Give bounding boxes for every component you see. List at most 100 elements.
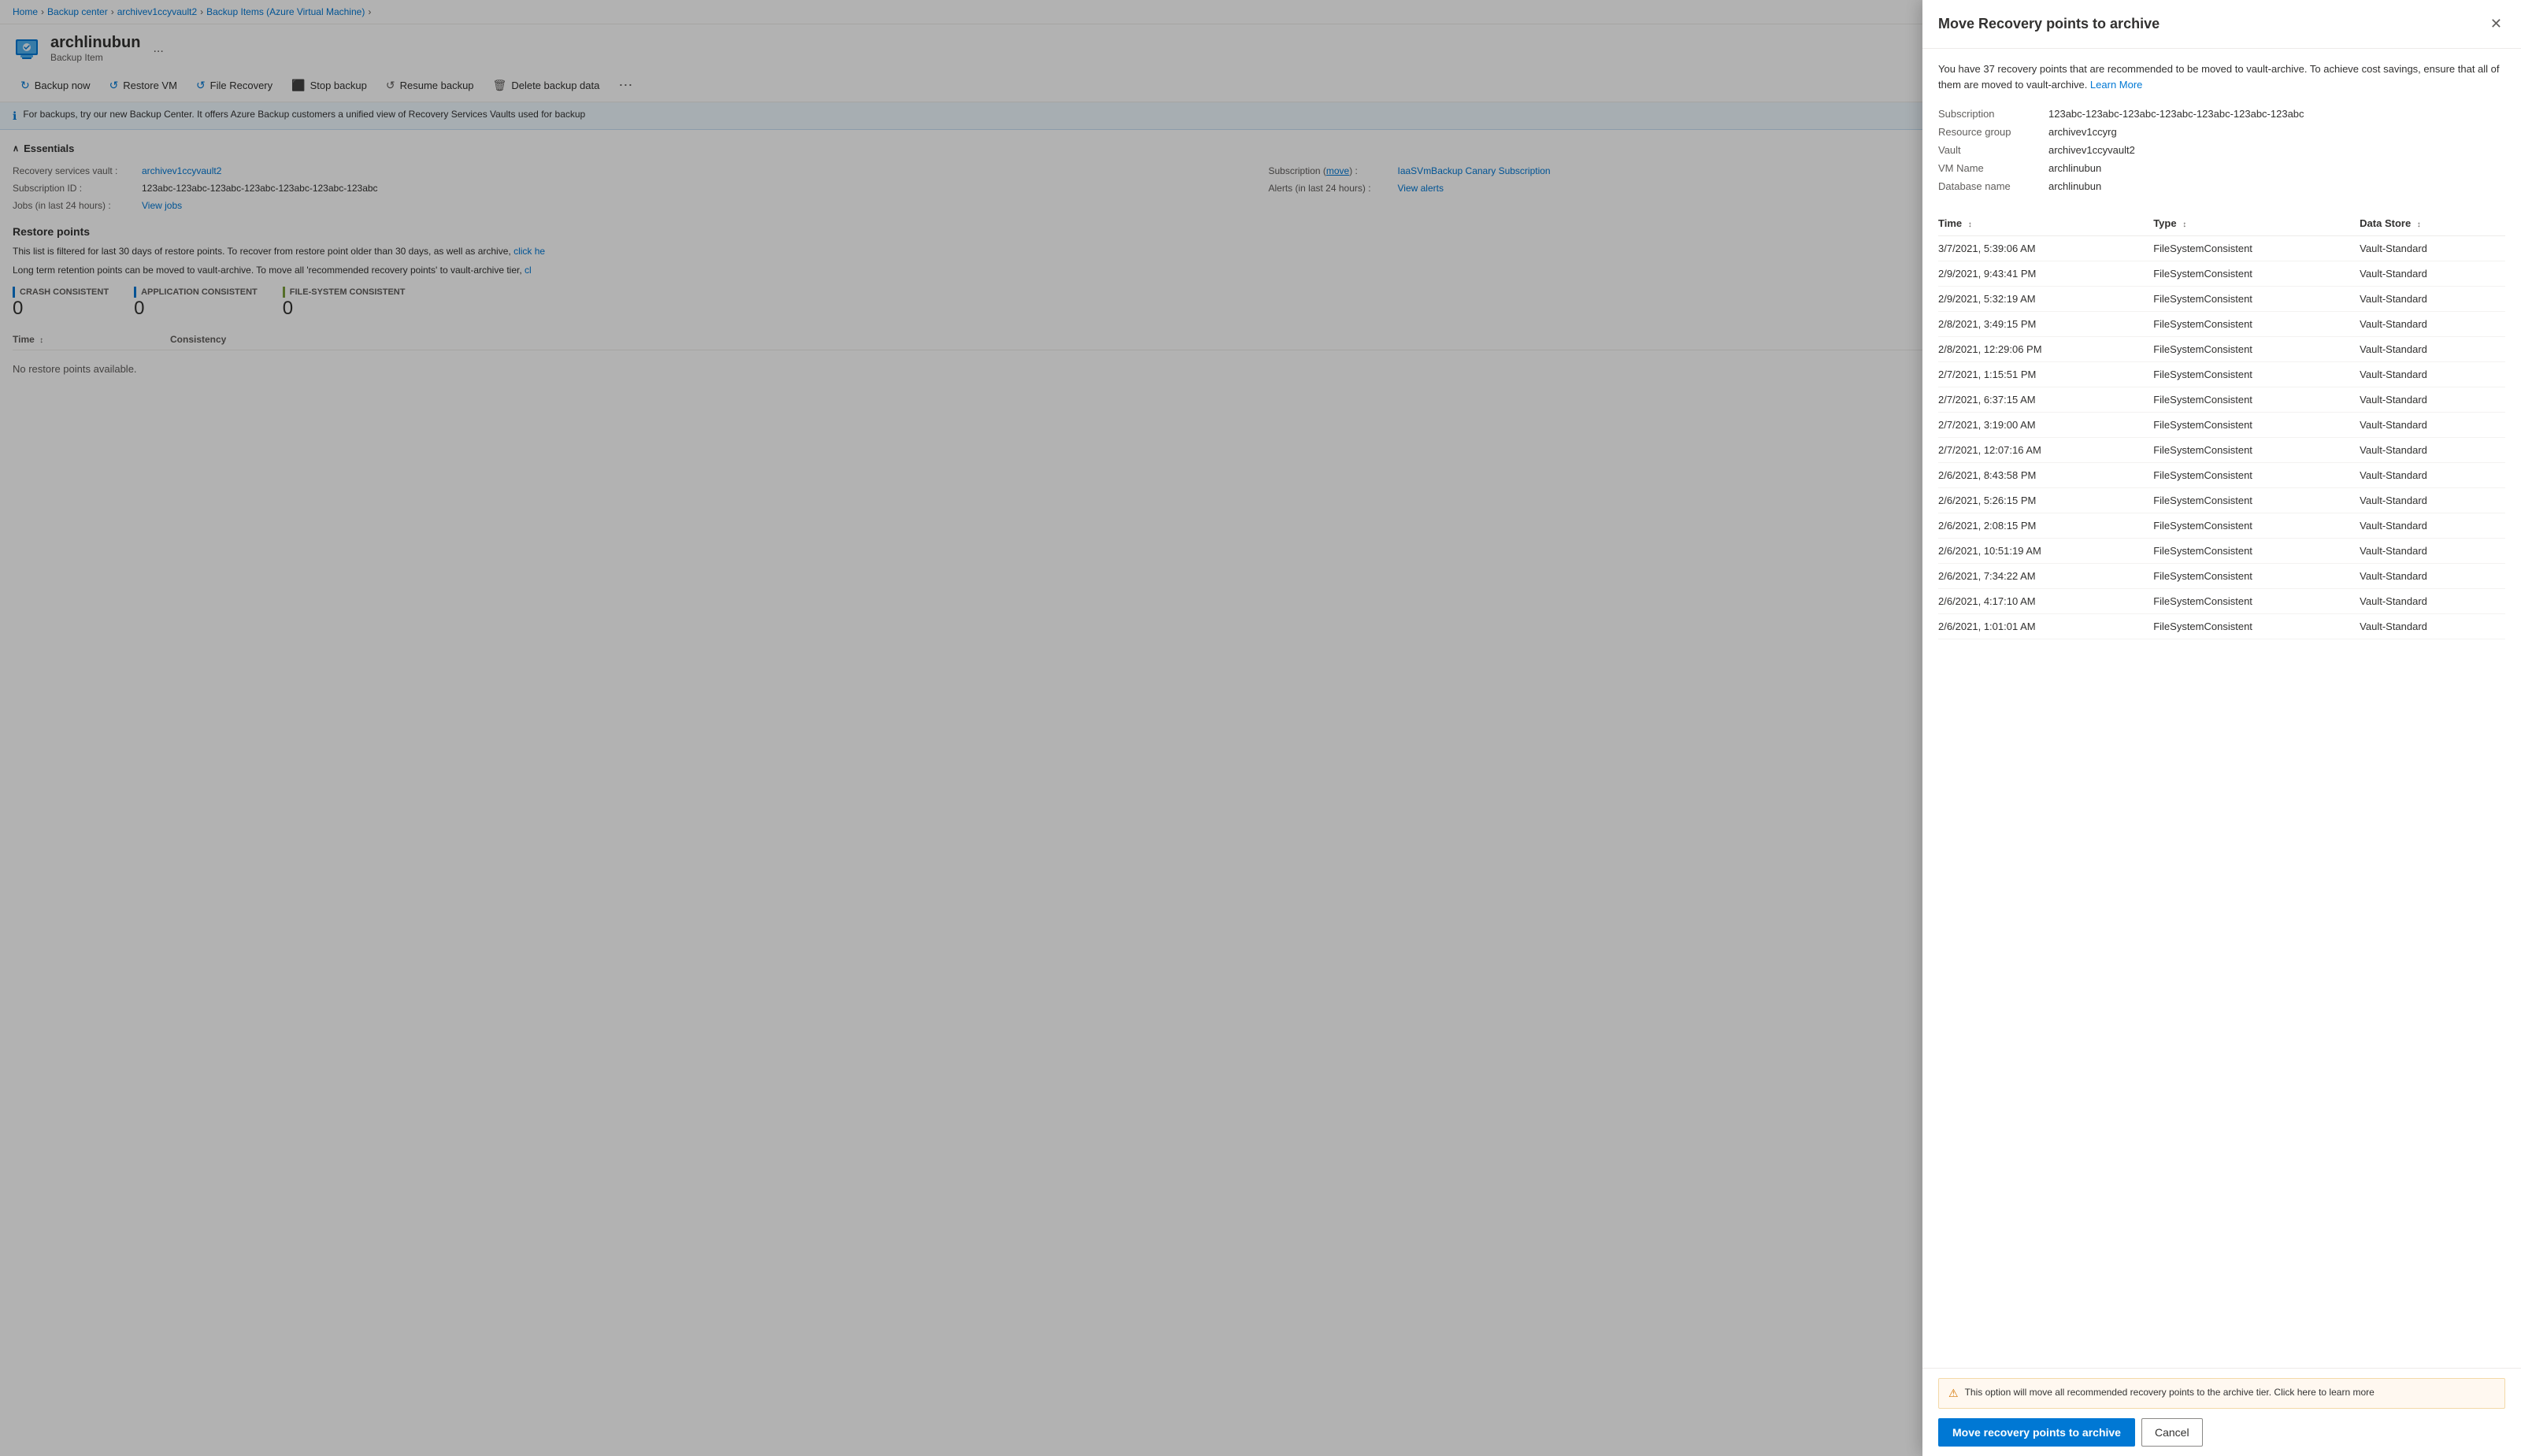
cell-time: 2/6/2021, 4:17:10 AM — [1938, 589, 2153, 614]
cell-type: FileSystemConsistent — [2153, 488, 2360, 513]
cell-datastore: Vault-Standard — [2360, 614, 2505, 639]
info-label-subscription: Subscription — [1938, 108, 2048, 120]
cell-datastore: Vault-Standard — [2360, 312, 2505, 337]
panel-info-table: Subscription 123abc-123abc-123abc-123abc… — [1938, 105, 2505, 195]
cell-datastore: Vault-Standard — [2360, 488, 2505, 513]
cell-datastore: Vault-Standard — [2360, 362, 2505, 387]
cell-datastore: Vault-Standard — [2360, 539, 2505, 564]
table-row: 2/6/2021, 10:51:19 AMFileSystemConsisten… — [1938, 539, 2505, 564]
cell-datastore: Vault-Standard — [2360, 564, 2505, 589]
cell-time: 2/6/2021, 10:51:19 AM — [1938, 539, 2153, 564]
cell-datastore: Vault-Standard — [2360, 438, 2505, 463]
panel-close-button[interactable]: ✕ — [2487, 13, 2505, 35]
warning-banner: ⚠ This option will move all recommended … — [1938, 1378, 2505, 1409]
table-row: 2/8/2021, 12:29:06 PMFileSystemConsisten… — [1938, 337, 2505, 362]
cell-time: 2/6/2021, 2:08:15 PM — [1938, 513, 2153, 539]
warning-icon: ⚠ — [1948, 1387, 1959, 1400]
recovery-table-header-row: Time ↕ Type ↕ Data Store ↕ — [1938, 211, 2505, 236]
info-label-dbname: Database name — [1938, 180, 2048, 192]
datastore-sort-icon: ↕ — [2417, 220, 2421, 229]
cell-type: FileSystemConsistent — [2153, 413, 2360, 438]
table-row: 3/7/2021, 5:39:06 AMFileSystemConsistent… — [1938, 236, 2505, 261]
table-row: 2/6/2021, 1:01:01 AMFileSystemConsistent… — [1938, 614, 2505, 639]
panel-title: Move Recovery points to archive — [1938, 16, 2160, 32]
panel-footer: ⚠ This option will move all recommended … — [1922, 1368, 2521, 1456]
type-sort-icon: ↕ — [2182, 220, 2186, 229]
move-recovery-points-panel: Move Recovery points to archive ✕ You ha… — [1922, 0, 2521, 1456]
cell-type: FileSystemConsistent — [2153, 463, 2360, 488]
cell-type: FileSystemConsistent — [2153, 287, 2360, 312]
cell-time: 3/7/2021, 5:39:06 AM — [1938, 236, 2153, 261]
cell-time: 2/9/2021, 5:32:19 AM — [1938, 287, 2153, 312]
recovery-points-table: Time ↕ Type ↕ Data Store ↕ 3/7/2021, 5:3… — [1938, 211, 2505, 639]
info-row-subscription: Subscription 123abc-123abc-123abc-123abc… — [1938, 105, 2505, 123]
recovery-table-head: Time ↕ Type ↕ Data Store ↕ — [1938, 211, 2505, 236]
panel-header: Move Recovery points to archive ✕ — [1922, 0, 2521, 49]
info-value-resourcegroup: archivev1ccyrg — [2048, 126, 2117, 138]
cell-time: 2/9/2021, 9:43:41 PM — [1938, 261, 2153, 287]
cell-type: FileSystemConsistent — [2153, 337, 2360, 362]
info-row-resourcegroup: Resource group archivev1ccyrg — [1938, 123, 2505, 141]
learn-more-link[interactable]: Learn More — [2090, 79, 2142, 91]
info-label-vault: Vault — [1938, 144, 2048, 156]
panel-body[interactable]: You have 37 recovery points that are rec… — [1922, 49, 2521, 1368]
cell-time: 2/6/2021, 8:43:58 PM — [1938, 463, 2153, 488]
col-time-th[interactable]: Time ↕ — [1938, 211, 2153, 236]
info-label-resourcegroup: Resource group — [1938, 126, 2048, 138]
table-row: 2/9/2021, 5:32:19 AMFileSystemConsistent… — [1938, 287, 2505, 312]
cell-datastore: Vault-Standard — [2360, 513, 2505, 539]
info-value-dbname: archlinubun — [2048, 180, 2101, 192]
info-value-vmname: archlinubun — [2048, 162, 2101, 174]
table-row: 2/7/2021, 12:07:16 AMFileSystemConsisten… — [1938, 438, 2505, 463]
col-datastore-th[interactable]: Data Store ↕ — [2360, 211, 2505, 236]
table-row: 2/7/2021, 3:19:00 AMFileSystemConsistent… — [1938, 413, 2505, 438]
cell-time: 2/6/2021, 7:34:22 AM — [1938, 564, 2153, 589]
cell-type: FileSystemConsistent — [2153, 539, 2360, 564]
cell-type: FileSystemConsistent — [2153, 387, 2360, 413]
cell-datastore: Vault-Standard — [2360, 236, 2505, 261]
info-value-subscription: 123abc-123abc-123abc-123abc-123abc-123ab… — [2048, 108, 2304, 120]
table-row: 2/8/2021, 3:49:15 PMFileSystemConsistent… — [1938, 312, 2505, 337]
cell-datastore: Vault-Standard — [2360, 589, 2505, 614]
footer-actions: Move recovery points to archive Cancel — [1938, 1418, 2505, 1447]
move-recovery-points-button[interactable]: Move recovery points to archive — [1938, 1418, 2135, 1447]
table-row: 2/6/2021, 2:08:15 PMFileSystemConsistent… — [1938, 513, 2505, 539]
cell-datastore: Vault-Standard — [2360, 463, 2505, 488]
cancel-button[interactable]: Cancel — [2141, 1418, 2203, 1447]
cell-type: FileSystemConsistent — [2153, 589, 2360, 614]
cell-datastore: Vault-Standard — [2360, 387, 2505, 413]
table-row: 2/6/2021, 5:26:15 PMFileSystemConsistent… — [1938, 488, 2505, 513]
table-row: 2/6/2021, 4:17:10 AMFileSystemConsistent… — [1938, 589, 2505, 614]
info-value-vault: archivev1ccyvault2 — [2048, 144, 2135, 156]
cell-type: FileSystemConsistent — [2153, 614, 2360, 639]
cell-type: FileSystemConsistent — [2153, 312, 2360, 337]
cell-time: 2/8/2021, 3:49:15 PM — [1938, 312, 2153, 337]
table-row: 2/6/2021, 8:43:58 PMFileSystemConsistent… — [1938, 463, 2505, 488]
cell-time: 2/8/2021, 12:29:06 PM — [1938, 337, 2153, 362]
info-row-dbname: Database name archlinubun — [1938, 177, 2505, 195]
cell-datastore: Vault-Standard — [2360, 287, 2505, 312]
cell-type: FileSystemConsistent — [2153, 261, 2360, 287]
cell-type: FileSystemConsistent — [2153, 362, 2360, 387]
cell-type: FileSystemConsistent — [2153, 513, 2360, 539]
table-row: 2/9/2021, 9:43:41 PMFileSystemConsistent… — [1938, 261, 2505, 287]
cell-datastore: Vault-Standard — [2360, 261, 2505, 287]
time-sort-icon: ↕ — [1968, 220, 1972, 229]
cell-datastore: Vault-Standard — [2360, 413, 2505, 438]
cell-type: FileSystemConsistent — [2153, 564, 2360, 589]
cell-type: FileSystemConsistent — [2153, 438, 2360, 463]
table-row: 2/7/2021, 1:15:51 PMFileSystemConsistent… — [1938, 362, 2505, 387]
col-type-th[interactable]: Type ↕ — [2153, 211, 2360, 236]
cell-time: 2/6/2021, 5:26:15 PM — [1938, 488, 2153, 513]
info-label-vmname: VM Name — [1938, 162, 2048, 174]
cell-time: 2/7/2021, 12:07:16 AM — [1938, 438, 2153, 463]
cell-time: 2/6/2021, 1:01:01 AM — [1938, 614, 2153, 639]
info-row-vault: Vault archivev1ccyvault2 — [1938, 141, 2505, 159]
table-row: 2/6/2021, 7:34:22 AMFileSystemConsistent… — [1938, 564, 2505, 589]
cell-time: 2/7/2021, 3:19:00 AM — [1938, 413, 2153, 438]
cell-time: 2/7/2021, 1:15:51 PM — [1938, 362, 2153, 387]
recovery-table-body: 3/7/2021, 5:39:06 AMFileSystemConsistent… — [1938, 236, 2505, 639]
table-row: 2/7/2021, 6:37:15 AMFileSystemConsistent… — [1938, 387, 2505, 413]
info-row-vmname: VM Name archlinubun — [1938, 159, 2505, 177]
cell-time: 2/7/2021, 6:37:15 AM — [1938, 387, 2153, 413]
